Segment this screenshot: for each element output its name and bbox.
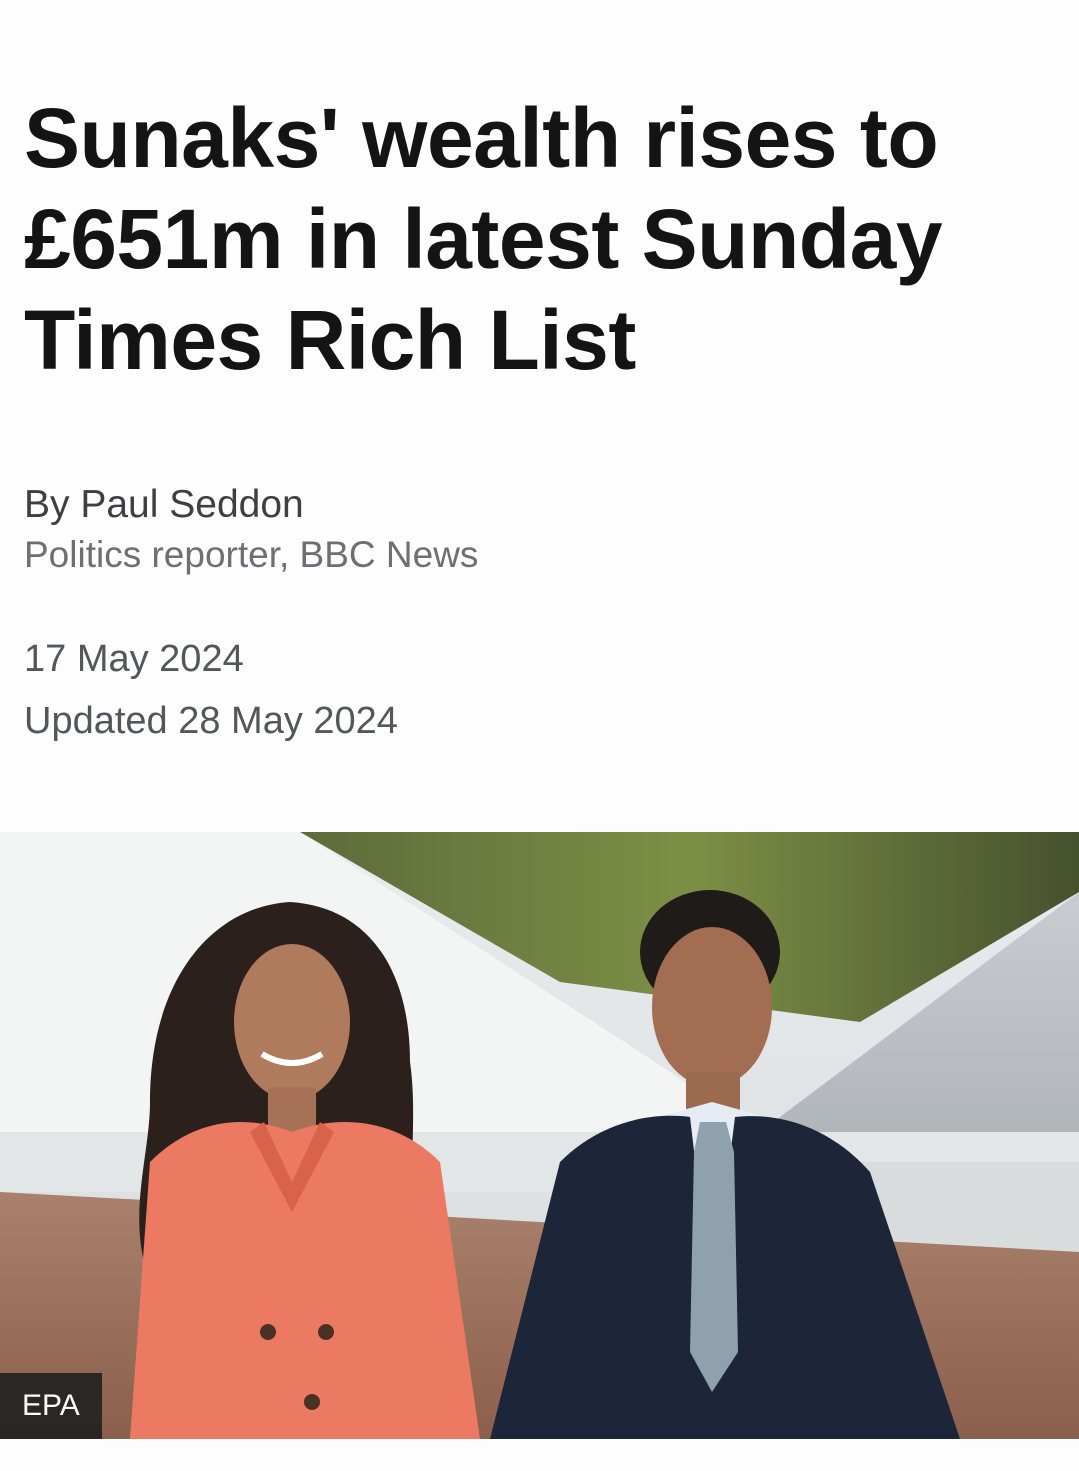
- byline: By Paul Seddon Politics reporter, BBC Ne…: [24, 480, 478, 580]
- updated-date: Updated 28 May 2024: [24, 700, 398, 742]
- author-role: Politics reporter, BBC News: [24, 534, 479, 575]
- article-headline: Sunaks' wealth rises to £651m in latest …: [24, 91, 943, 387]
- author-name[interactable]: By Paul Seddon: [24, 480, 478, 530]
- lead-image[interactable]: EPA: [0, 832, 1079, 1439]
- article-dates: 17 May 2024 Updated 28 May 2024: [24, 628, 398, 752]
- image-credit: EPA: [0, 1373, 102, 1439]
- published-date: 17 May 2024: [24, 638, 244, 680]
- lead-image-illustration: [0, 832, 1079, 1439]
